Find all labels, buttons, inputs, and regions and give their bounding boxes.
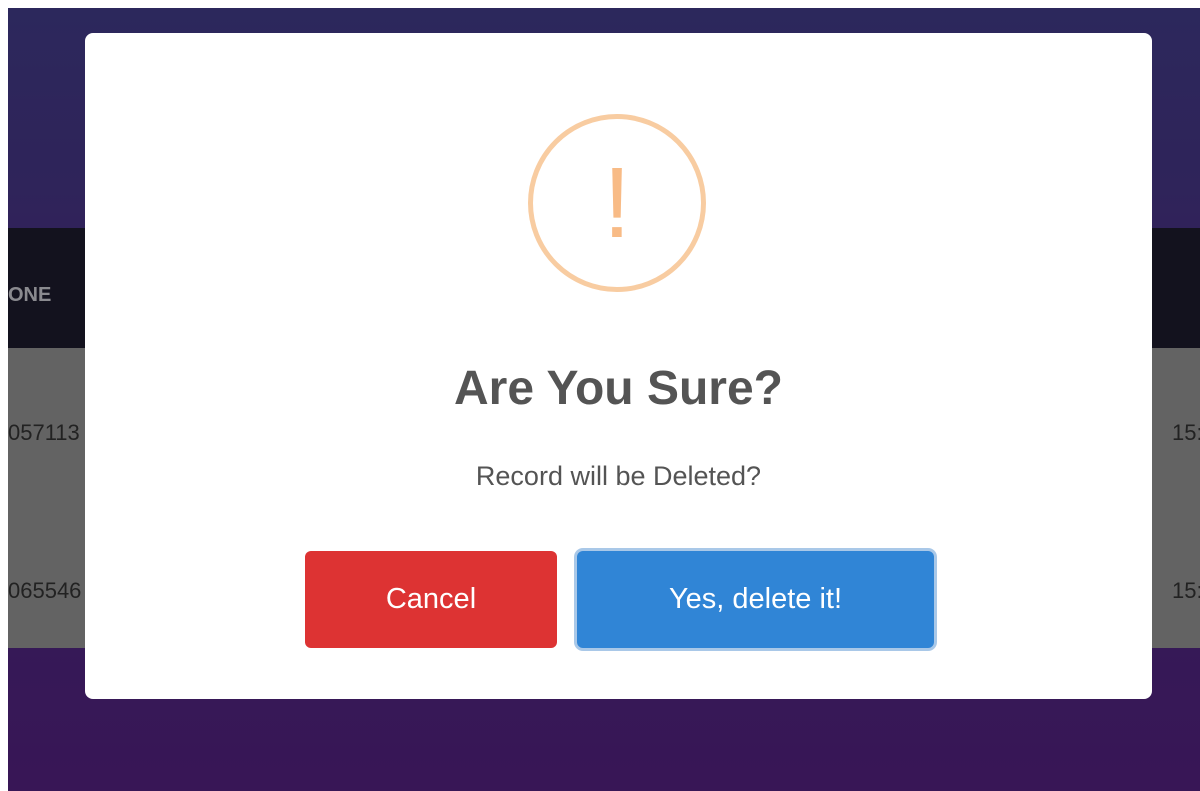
- confirm-delete-button[interactable]: Yes, delete it!: [577, 551, 934, 648]
- exclamation-icon: !: [528, 114, 706, 292]
- dialog-message: Record will be Deleted?: [475, 461, 762, 491]
- cancel-button[interactable]: Cancel: [305, 551, 557, 648]
- confirm-dialog: ! Are You Sure? Record will be Deleted? …: [85, 33, 1152, 699]
- exclamation-glyph: !: [603, 146, 631, 259]
- dialog-title: Are You Sure?: [454, 362, 783, 415]
